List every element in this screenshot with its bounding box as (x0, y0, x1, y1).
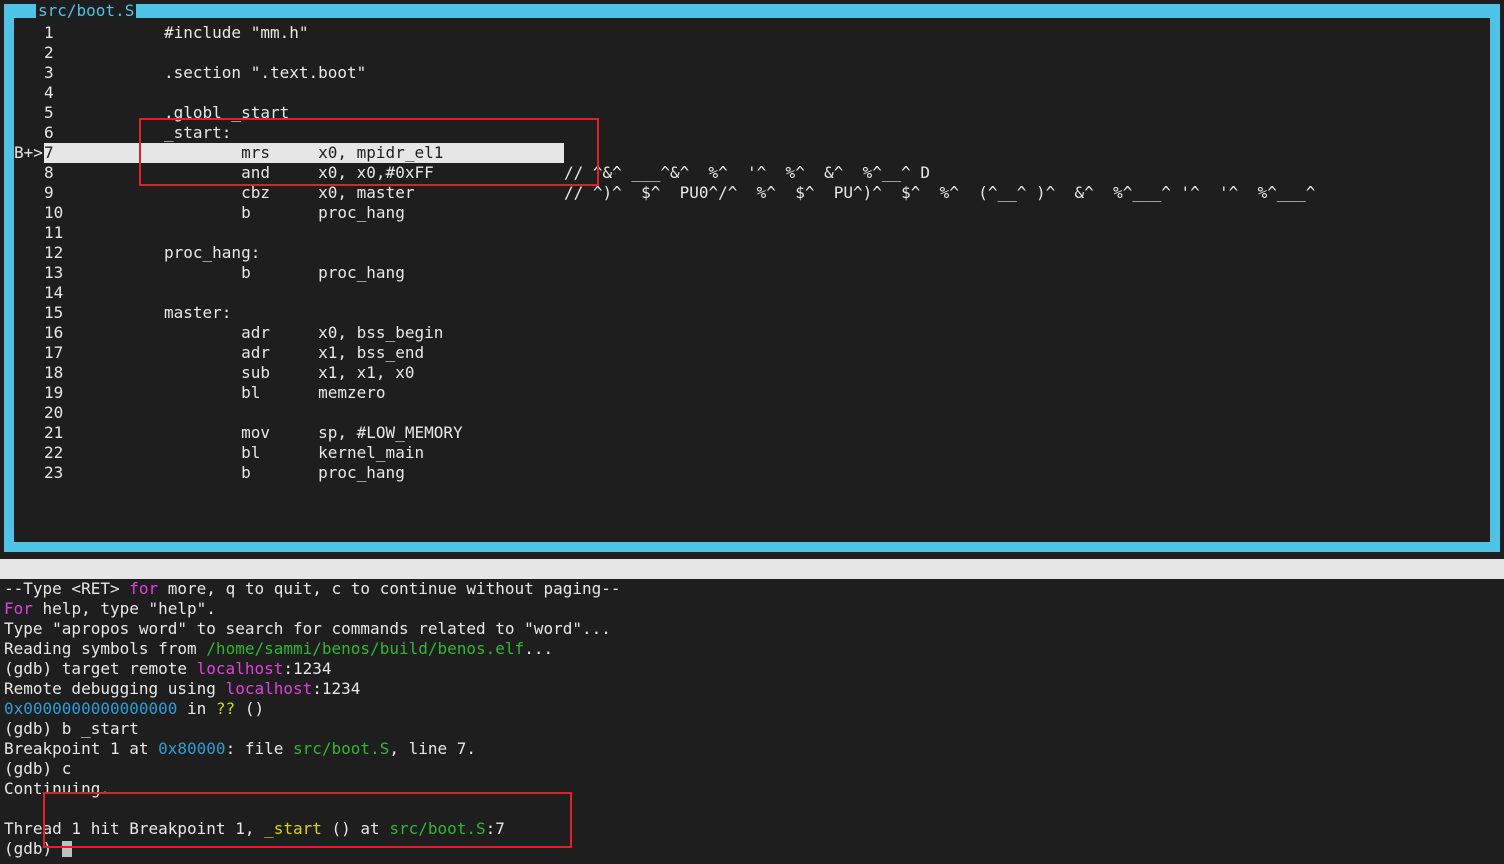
source-code: b proc_hang (164, 263, 405, 282)
line-number: 9 (44, 183, 54, 202)
line-number: 17 (44, 343, 64, 362)
line-number: 6 (44, 123, 54, 142)
line-number: 1 (44, 23, 54, 42)
console-line: Breakpoint 1 at 0x80000: file src/boot.S… (4, 739, 477, 758)
console-line: (gdb) b _start (4, 719, 139, 738)
source-code: master: (164, 303, 232, 322)
line-number: 22 (44, 443, 64, 462)
source-code: .section ".text.boot" (164, 63, 367, 82)
source-code: proc_hang: (164, 243, 261, 262)
breakpoint-marker: B+> (14, 143, 43, 162)
line-number: 8 (44, 163, 54, 182)
console-line: --Type <RET> for more, q to quit, c to c… (4, 579, 621, 598)
line-number: 12 (44, 243, 64, 262)
line-number: 15 (44, 303, 64, 322)
source-code: #include "mm.h" (164, 23, 309, 42)
source-code: mov sp, #LOW_MEMORY (164, 423, 463, 442)
line-number: 13 (44, 263, 64, 282)
line-number: 4 (44, 83, 54, 102)
line-number: 18 (44, 363, 64, 382)
source-window[interactable]: 1 #include "mm.h" 2 3 .section ".text.boot" 4… (14, 18, 1490, 542)
annotation-box (139, 118, 599, 186)
annotation-box (43, 792, 572, 848)
console-line: (gdb) target remote localhost:1234 (4, 659, 332, 678)
line-number: 7 (44, 143, 54, 162)
console-line: Type "apropos word" to search for comman… (4, 619, 611, 638)
source-comment: // ^)^ $^ PU0^/^ %^ $^ PU^)^ $^ %^ (^__^… (564, 183, 1316, 202)
source-code: adr x0, bss_begin (164, 323, 444, 342)
line-number: 10 (44, 203, 64, 222)
line-number: 19 (44, 383, 64, 402)
line-number: 2 (44, 43, 54, 62)
line-number: 20 (44, 403, 64, 422)
source-code: sub x1, x1, x0 (164, 363, 415, 382)
line-number: 14 (44, 283, 64, 302)
line-number: 23 (44, 463, 64, 482)
source-code: adr x1, bss_end (164, 343, 425, 362)
line-number: 21 (44, 423, 64, 442)
console-line: Reading symbols from /home/sammi/benos/b… (4, 639, 554, 658)
source-code: bl memzero (164, 383, 386, 402)
source-code: b proc_hang (164, 203, 405, 222)
source-code: cbz x0, master (164, 183, 415, 202)
line-number: 3 (44, 63, 54, 82)
console-line: For help, type "help". (4, 599, 216, 618)
source-comment: // ^&^ ___^&^ %^ '^ %^ &^ %^__^ D (564, 163, 931, 182)
console-line: (gdb) c (4, 759, 72, 778)
console-line: 0x0000000000000000 in ?? () (4, 699, 265, 718)
console-line: Remote debugging using localhost:1234 (4, 679, 361, 698)
line-number: 5 (44, 103, 54, 122)
source-code: bl kernel_main (164, 443, 425, 462)
line-number: 11 (44, 223, 64, 242)
status-bar: remote Thread 1.1 In: _start L7 PC: 0x80… (0, 559, 1504, 638)
line-number: 16 (44, 323, 64, 342)
source-window-frame: src/boot.S 1 #include "mm.h" 2 3 .section ".… (4, 1, 1500, 552)
gdb-terminal[interactable]: src/boot.S 1 #include "mm.h" 2 3 .section ".… (0, 0, 1504, 864)
source-code: b proc_hang (164, 463, 405, 482)
